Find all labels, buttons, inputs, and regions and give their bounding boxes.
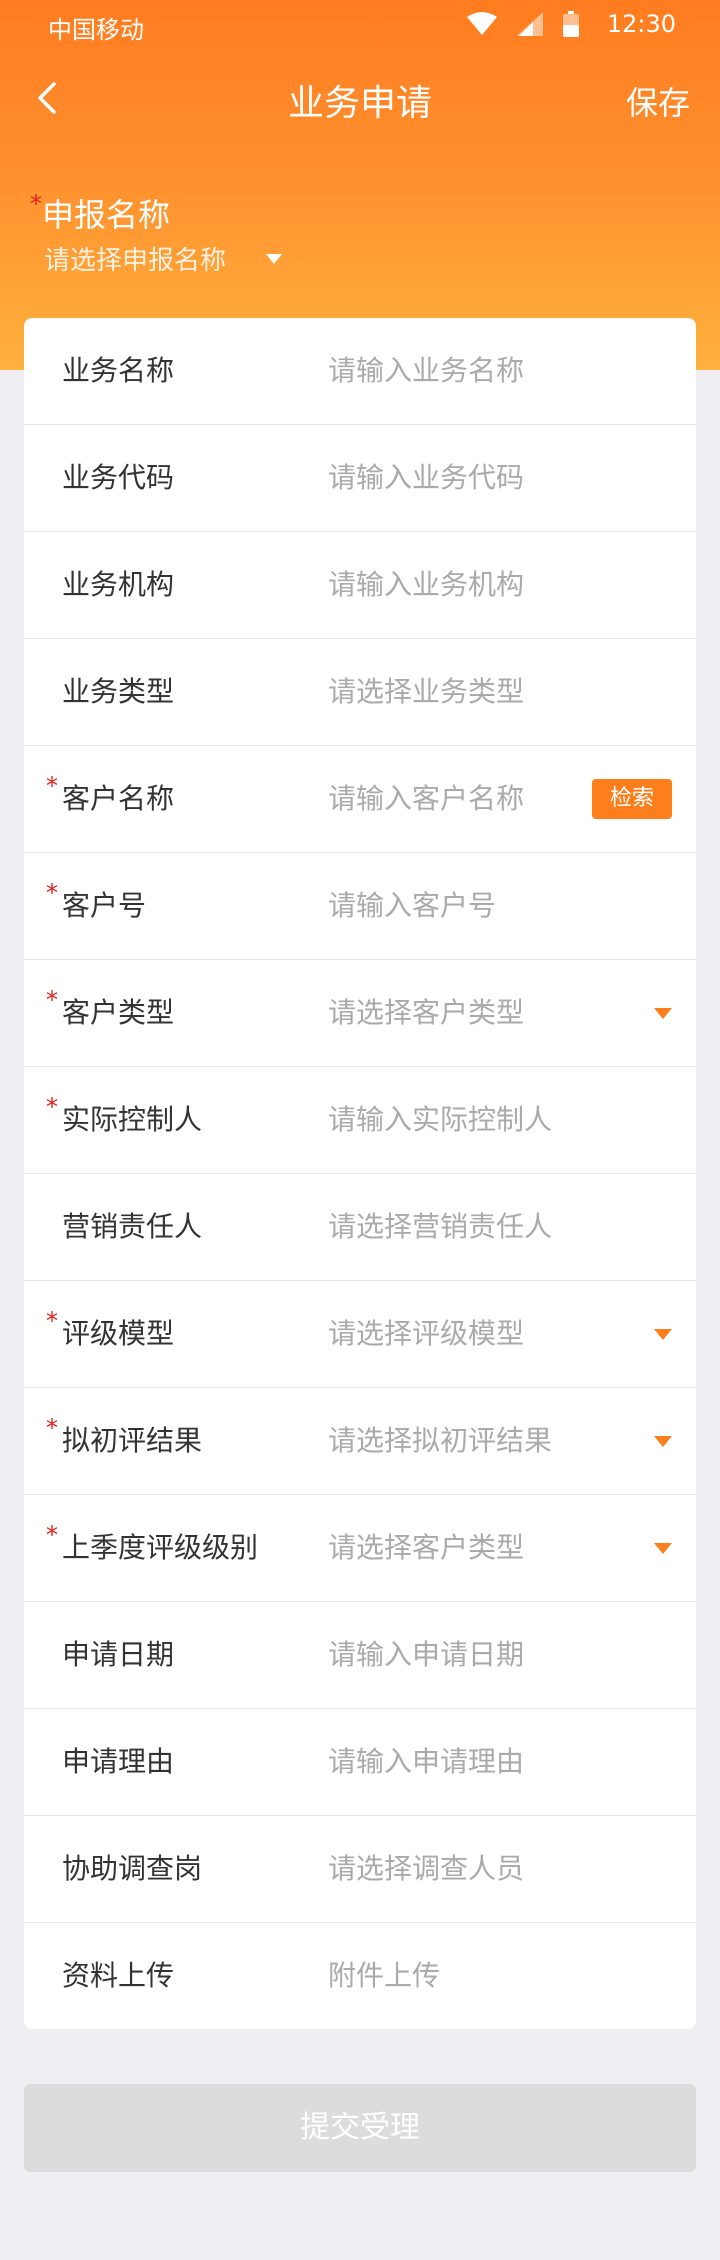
field-label: 申请理由 [62,1745,175,1778]
field-label: 申请日期 [62,1638,175,1671]
business-name-input[interactable]: 请输入业务名称 [328,318,524,424]
form-row-business-type[interactable]: 业务类型 请选择业务类型 [24,639,696,746]
field-label: 客户名称 [62,782,175,815]
submit-button[interactable]: 提交受理 [24,2084,696,2172]
field-label: 资料上传 [62,1959,175,1992]
form-row-apply-date[interactable]: 申请日期 请输入申请日期 [24,1602,696,1709]
file-upload-input[interactable]: 附件上传 [328,1923,440,2029]
dropdown-arrow-icon[interactable] [654,1329,672,1340]
dropdown-arrow-icon[interactable] [654,1543,672,1554]
apply-date-input[interactable]: 请输入申请日期 [328,1602,524,1708]
rating-model-input[interactable]: 请选择评级模型 [328,1281,524,1387]
form-row-apply-reason[interactable]: 申请理由 请输入申请理由 [24,1709,696,1816]
initial-rating-input[interactable]: 请选择拟初评结果 [328,1388,552,1494]
dropdown-arrow-icon[interactable] [654,1436,672,1447]
navigation-bar: 业务申请 保存 [0,50,720,146]
required-mark: * [46,1521,58,1549]
status-bar: 中国移动 12:30 [0,0,720,50]
clock: 12:30 [606,10,676,38]
business-type-input[interactable]: 请选择业务类型 [328,639,524,745]
form-row-actual-controller[interactable]: * 实际控制人 请输入实际控制人 [24,1067,696,1174]
customer-number-input[interactable]: 请输入客户号 [328,853,496,959]
form-row-business-code[interactable]: 业务代码 请输入业务代码 [24,425,696,532]
status-icons: 12:30 [466,10,676,38]
required-mark: * [46,1307,58,1335]
apply-name-label-text: 申报名称 [42,196,171,234]
save-button[interactable]: 保存 [626,78,690,124]
field-label: 业务代码 [62,461,175,494]
required-mark: * [30,190,42,218]
required-mark: * [46,879,58,907]
form-row-rating-model[interactable]: * 评级模型 请选择评级模型 [24,1281,696,1388]
form-row-customer-name[interactable]: * 客户名称 请输入客户名称 检索 [24,746,696,853]
form-row-business-name[interactable]: 业务名称 请输入业务名称 [24,318,696,425]
field-label: 业务名称 [62,354,175,387]
customer-name-input[interactable]: 请输入客户名称 [328,746,524,852]
required-mark: * [46,986,58,1014]
field-label: 实际控制人 [62,1103,203,1136]
field-label: 客户类型 [62,996,175,1029]
apply-name-placeholder: 请选择申报名称 [44,246,227,276]
form-row-customer-number[interactable]: * 客户号 请输入客户号 [24,853,696,960]
field-label: 评级模型 [62,1317,175,1350]
required-mark: * [46,1093,58,1121]
field-label: 业务机构 [62,568,175,601]
battery-icon [562,11,579,37]
last-quarter-rating-input[interactable]: 请选择客户类型 [328,1495,524,1601]
form-card: 业务名称 请输入业务名称 业务代码 请输入业务代码 业务机构 请输入业务机构 业务类型 请选择… [24,318,696,2029]
dropdown-arrow-icon [266,253,283,264]
apply-reason-input[interactable]: 请输入申请理由 [328,1709,524,1815]
business-org-input[interactable]: 请输入业务机构 [328,532,524,638]
carrier-name: 中国移动 [48,16,144,44]
actual-controller-input[interactable]: 请输入实际控制人 [328,1067,552,1173]
apply-name-label: *申报名称 [30,190,170,236]
form-row-business-org[interactable]: 业务机构 请输入业务机构 [24,532,696,639]
form-row-customer-type[interactable]: * 客户类型 请选择客户类型 [24,960,696,1067]
required-mark: * [46,772,58,800]
form-row-initial-rating[interactable]: * 拟初评结果 请选择拟初评结果 [24,1388,696,1495]
apply-name-select[interactable]: 请选择申报名称 [44,240,283,277]
form-row-last-quarter-rating[interactable]: * 上季度评级级别 请选择客户类型 [24,1495,696,1602]
customer-type-input[interactable]: 请选择客户类型 [328,960,524,1066]
page-title: 业务申请 [287,83,432,124]
field-label: 业务类型 [62,675,175,708]
field-label: 营销责任人 [62,1210,203,1243]
field-label: 客户号 [62,889,147,922]
business-code-input[interactable]: 请输入业务代码 [328,425,524,531]
field-label: 上季度评级级别 [62,1531,259,1564]
field-label: 协助调查岗 [62,1852,203,1885]
form-row-marketing-manager[interactable]: 营销责任人 请选择营销责任人 [24,1174,696,1281]
marketing-manager-input[interactable]: 请选择营销责任人 [328,1174,552,1280]
wifi-icon [466,12,497,35]
required-mark: * [46,1414,58,1442]
form-row-file-upload[interactable]: 资料上传 附件上传 [24,1923,696,2029]
dropdown-arrow-icon[interactable] [654,1008,672,1019]
field-label: 拟初评结果 [62,1424,203,1457]
signal-icon [516,12,543,36]
assist-investigator-input[interactable]: 请选择调查人员 [328,1816,524,1922]
search-button[interactable]: 检索 [592,779,672,819]
form-row-assist-investigator[interactable]: 协助调查岗 请选择调查人员 [24,1816,696,1923]
